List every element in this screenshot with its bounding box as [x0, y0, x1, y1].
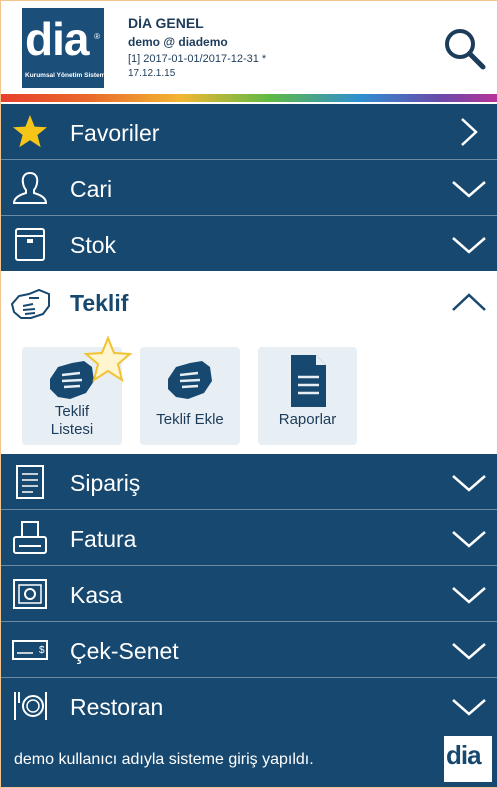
report-icon	[291, 355, 326, 407]
status-footer: demo kullanıcı adıyla sisteme giriş yapı…	[1, 729, 497, 787]
menu-label: Fatura	[70, 526, 137, 552]
menu-label: Kasa	[70, 582, 123, 608]
menu-item-kasa[interactable]: Kasa	[1, 566, 497, 621]
chevron-down-icon	[452, 181, 486, 198]
logo-wordmark: dia	[25, 13, 89, 65]
cutlery-icon	[14, 692, 47, 720]
menu-label: Stok	[70, 232, 117, 258]
menu-label: Restoran	[70, 694, 164, 720]
check-icon: $	[12, 640, 48, 660]
submenu-tile-raporlar[interactable]: Raporlar	[258, 347, 357, 445]
menu-item-stok[interactable]: Stok	[1, 216, 497, 271]
footer-dia-logo: dia	[444, 736, 492, 782]
chevron-up-icon[interactable]	[450, 290, 488, 316]
menu-item-fatura[interactable]: Fatura	[1, 510, 497, 565]
rainbow-divider	[1, 94, 497, 102]
person-icon	[12, 171, 48, 204]
app-header: dia ® Kurumsal Yönetim Sistemi DİA GENEL…	[1, 1, 497, 94]
period-label: [1] 2017-01-01/2017-12-31 *	[128, 53, 267, 65]
favorite-star-icon[interactable]	[82, 335, 134, 385]
box-icon	[15, 228, 45, 261]
version-label: 17.12.1.15	[128, 68, 176, 79]
handshake-icon[interactable]	[9, 282, 53, 324]
chevron-down-icon	[452, 699, 486, 716]
receipt-printer-icon	[13, 521, 47, 554]
svg-text:$: $	[39, 645, 45, 656]
dia-logo: dia ® Kurumsal Yönetim Sistemi	[22, 8, 104, 88]
user-label: demo @ diademo	[128, 35, 228, 49]
search-icon	[445, 29, 486, 70]
document-list-icon	[16, 465, 44, 499]
submenu-tile-teklif-listesi[interactable]: Teklif Listesi	[22, 335, 133, 445]
safe-icon	[13, 579, 47, 609]
menu-label: Çek-Senet	[70, 638, 179, 664]
login-message: demo kullanıcı adıyla sisteme giriş yapı…	[14, 751, 314, 768]
tile-label: Teklif Ekle	[156, 411, 224, 428]
menu-label: Sipariş	[70, 470, 141, 496]
chevron-down-icon	[452, 643, 486, 660]
menu-item-favoriler[interactable]: Favoriler	[1, 104, 497, 159]
star-icon	[13, 115, 47, 148]
chevron-down-icon	[452, 475, 486, 492]
chevron-down-icon	[452, 531, 486, 548]
chevron-right-icon	[461, 118, 478, 146]
handshake-icon	[168, 361, 212, 399]
tile-label: Raporlar	[278, 411, 337, 428]
logo-tagline: Kurumsal Yönetim Sistemi	[25, 72, 104, 79]
menu-item-restoran[interactable]: Restoran	[1, 678, 497, 733]
menu-label: Cari	[70, 176, 113, 202]
menu-item-cari[interactable]: Cari	[1, 160, 497, 215]
company-name: DİA GENEL	[128, 15, 204, 31]
search-button[interactable]	[441, 25, 487, 71]
chevron-down-icon	[452, 237, 486, 254]
menu-item-cek-senet[interactable]: $ Çek-Senet	[1, 622, 497, 677]
chevron-down-icon	[452, 587, 486, 604]
menu-label[interactable]: Teklif	[70, 290, 128, 317]
menu-item-siparis[interactable]: Sipariş	[1, 454, 497, 509]
menu-label: Favoriler	[70, 120, 160, 146]
app-window: dia ® Kurumsal Yönetim Sistemi DİA GENEL…	[0, 0, 498, 788]
tile-label: Teklif Listesi	[50, 403, 94, 438]
submenu-tile-teklif-ekle[interactable]: Teklif Ekle	[140, 347, 240, 445]
